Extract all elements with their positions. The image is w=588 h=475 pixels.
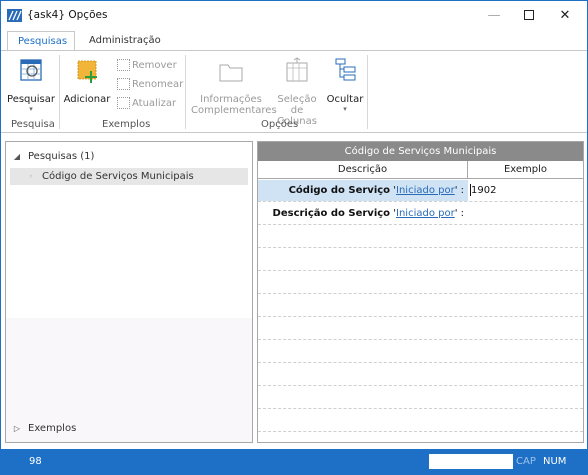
ribbon-tabs: Pesquisas Administração [1,31,587,51]
tree-node-pesquisas[interactable]: ◢ Pesquisas (1) [6,148,252,165]
maximize-icon [524,10,534,20]
informacoes-label-line1: Informações [200,94,262,105]
renomear-button[interactable]: Renomear [117,78,183,90]
collapsed-arrow-icon[interactable]: ▷ [10,424,24,433]
title-bar: {ask4} Opções — ✕ [1,1,587,31]
pesquisar-button[interactable]: Pesquisar ▾ [7,57,55,113]
leaf-marker-icon: ◦ [28,172,34,181]
criteria-description-cell: Código do Serviço 'Iniciado por' : [258,180,468,201]
folder-icon [219,64,243,82]
refresh-icon [117,97,130,109]
tab-administracao[interactable]: Administração [79,31,171,51]
remover-label: Remover [132,59,177,71]
operator-link[interactable]: Iniciado por [396,185,455,196]
atualizar-button[interactable]: Atualizar [117,97,176,109]
options-window: {ask4} Opções — ✕ Pesquisas Administraçã… [0,0,588,475]
pesquisar-label: Pesquisar [7,94,55,105]
renomear-label: Renomear [132,78,184,90]
selecao-label-line1: Seleção de [277,94,317,116]
tree-node-label: Pesquisas (1) [28,151,95,162]
group-label-pesquisa: Pesquisa [11,119,55,130]
quote-close: ' : [454,185,464,196]
empty-row [258,272,583,294]
example-value: 1902 [471,185,497,196]
num-lock-indicator: NUM [543,456,567,467]
group-divider [185,55,186,129]
tree-node-exemplos[interactable]: ▷ Exemplos [6,420,252,437]
criteria-label: Descrição do Serviço [272,208,391,219]
criteria-description-cell: Descrição do Serviço 'Iniciado por' : [258,203,468,224]
quote-close: ' : [454,208,464,219]
group-label-exemplos: Exemplos [102,119,151,130]
grid-title: Código de Serviços Municipais [258,142,583,161]
empty-row [258,410,583,432]
empty-row [258,295,583,317]
atualizar-label: Atualizar [132,97,177,109]
minimize-button[interactable]: — [477,1,511,29]
ribbon-panel: Pesquisar ▾ Pesquisa Adicionar Remover R… [1,50,587,133]
empty-row [258,318,583,340]
record-count: 98 [29,456,42,467]
tab-pesquisas[interactable]: Pesquisas [7,31,75,51]
chevron-down-icon: ▾ [29,105,33,113]
adicionar-label: Adicionar [63,94,111,105]
group-divider [367,55,368,129]
empty-row [258,249,583,271]
app-logo-icon [7,9,22,22]
status-bar: 98 CAP NUM [1,449,587,474]
adicionar-button[interactable]: Adicionar [63,57,111,105]
close-icon: ✕ [559,7,571,23]
empty-row [258,364,583,386]
group-label-opcoes: Opções [261,119,299,130]
empty-row [258,226,583,248]
table-row[interactable]: Código do Serviço 'Iniciado por' : 1902 [258,180,583,202]
remove-icon [117,59,130,71]
search-criteria-grid: Código de Serviços Municipais Descrição … [257,141,584,443]
ocultar-label: Ocultar [326,94,364,105]
minimize-icon: — [487,7,501,23]
add-item-icon [77,60,97,83]
close-button[interactable]: ✕ [548,1,582,29]
example-input[interactable] [470,203,583,224]
empty-row [258,341,583,363]
window-title: {ask4} Opções [27,9,108,21]
empty-row [258,387,583,409]
expand-arrow-icon[interactable]: ◢ [10,152,24,161]
operator-link[interactable]: Iniciado por [396,208,455,219]
tree-item-label: Código de Serviços Municipais [42,171,194,182]
tree-item-codigo-servicos[interactable]: ◦ Código de Serviços Municipais [10,168,248,185]
selecao-colunas-button[interactable]: Seleção de Colunas [271,57,323,127]
remover-button[interactable]: Remover [117,59,177,71]
example-input[interactable]: 1902 [470,180,583,201]
rename-icon [117,78,130,90]
column-header-exemplo[interactable]: Exemplo [468,161,583,179]
columns-icon [286,57,308,82]
search-table-icon [20,59,42,81]
caps-lock-indicator: CAP [516,456,536,467]
ocultar-button[interactable]: Ocultar ▾ [325,57,365,113]
searches-tree: ◢ Pesquisas (1) ◦ Código de Serviços Mun… [5,141,253,443]
informacoes-label-line2: Complementares [191,105,277,116]
group-divider [59,55,60,129]
tree-node-label: Exemplos [28,423,77,434]
maximize-button[interactable] [512,1,546,29]
chevron-down-icon: ▾ [343,105,347,113]
criteria-label: Código do Serviço [288,185,391,196]
column-header-descricao[interactable]: Descrição [258,161,468,179]
hierarchy-icon [335,58,356,81]
status-field [429,454,513,469]
table-row[interactable]: Descrição do Serviço 'Iniciado por' : [258,203,583,225]
informacoes-complementares-button[interactable]: Informações Complementares [191,57,277,116]
